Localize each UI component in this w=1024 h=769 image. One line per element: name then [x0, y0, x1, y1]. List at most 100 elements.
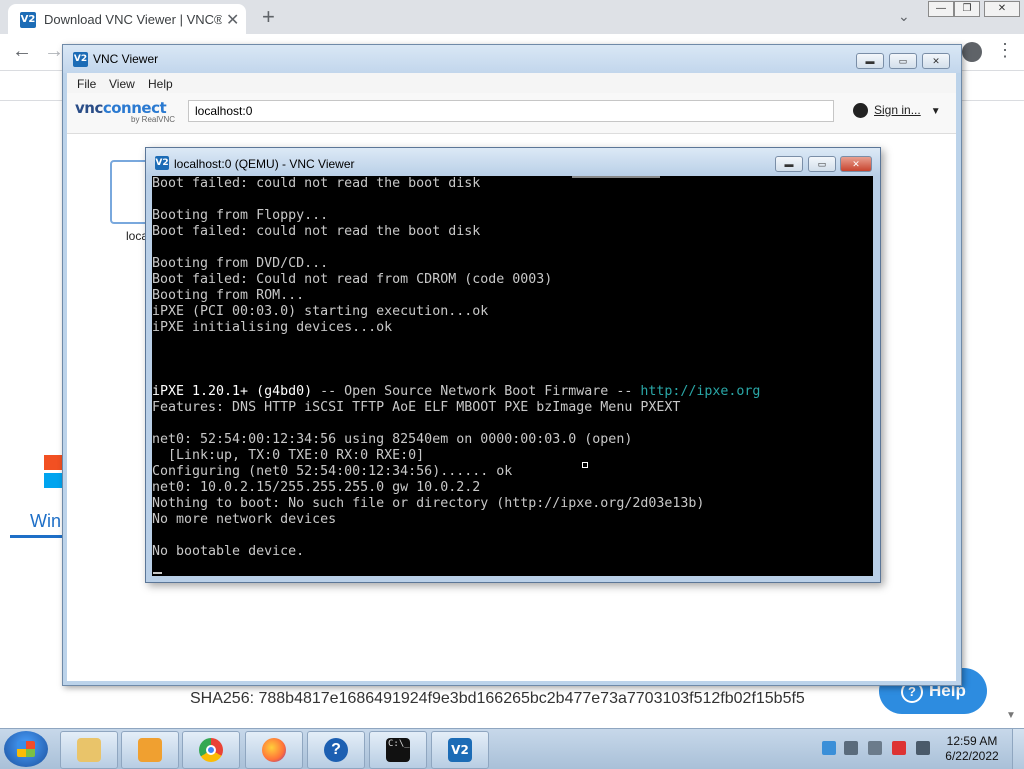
- action-center-icon[interactable]: [892, 741, 906, 755]
- taskbar-explorer[interactable]: [60, 731, 118, 769]
- maximize-button[interactable]: ▭: [889, 53, 917, 69]
- console-line: Boot failed: could not read the boot dis…: [152, 224, 481, 239]
- taskbar-media-player[interactable]: [121, 731, 179, 769]
- sign-in-button[interactable]: Sign in... ▼: [853, 103, 941, 119]
- taskbar: ? C:\_ V2 12:59 AM 6/22/2022: [0, 728, 1024, 769]
- window-title: localhost:0 (QEMU) - VNC Viewer: [174, 157, 355, 171]
- windows-tab-label[interactable]: Win: [30, 511, 61, 532]
- console-output: Boot failed: could not read the boot dis…: [152, 176, 760, 560]
- system-clock[interactable]: 12:59 AM 6/22/2022: [942, 734, 1002, 764]
- vnc-icon: V2: [448, 738, 472, 762]
- sign-in-label: Sign in...: [874, 103, 921, 117]
- console-line: Boot failed: could not read the boot dis…: [152, 176, 481, 191]
- windows-logo-icon: [44, 455, 62, 488]
- new-tab-button[interactable]: +: [262, 4, 275, 30]
- console-line: Configuring (net0 52:54:00:12:34:56)....…: [152, 464, 513, 479]
- taskbar-chrome[interactable]: [182, 731, 240, 769]
- tab-title: Download VNC Viewer | VNC® C: [44, 12, 222, 27]
- scroll-down-arrow-icon[interactable]: ▼: [1006, 710, 1016, 721]
- taskbar-command-prompt[interactable]: C:\_: [369, 731, 427, 769]
- menu-file[interactable]: File: [77, 77, 96, 91]
- vnc-toolbar: vncconnect by RealVNC Sign in... ▼: [67, 93, 956, 134]
- kebab-menu-icon[interactable]: ⋮: [996, 40, 1014, 61]
- chevron-down-icon: ▼: [930, 106, 941, 117]
- firefox-icon: [262, 738, 286, 762]
- console-line: [Link:up, TX:0 TXE:0 RX:0 RXE:0]: [152, 448, 425, 463]
- close-button[interactable]: ✕: [840, 156, 872, 172]
- clock-date: 6/22/2022: [945, 749, 999, 763]
- console-line: Booting from DVD/CD...: [152, 256, 329, 271]
- taskbar-help[interactable]: ?: [307, 731, 365, 769]
- close-button[interactable]: ✕: [922, 53, 950, 69]
- console-line: net0: 10.0.2.15/255.255.255.0 gw 10.0.2.…: [152, 480, 481, 495]
- ipxe-description: -- Open Source Network Boot Firmware --: [312, 384, 641, 399]
- menu-help[interactable]: Help: [148, 77, 173, 91]
- console-line: No more network devices: [152, 512, 337, 527]
- connection-tray-icon[interactable]: [868, 741, 882, 755]
- browser-window-controls: — ❐ ✕: [928, 0, 1024, 18]
- back-button[interactable]: ←: [12, 40, 32, 63]
- brand-byline: by RealVNC: [131, 115, 176, 124]
- volume-icon[interactable]: [916, 741, 930, 755]
- remote-cursor-icon: [582, 462, 588, 468]
- console-line: Booting from ROM...: [152, 288, 305, 303]
- vnc-viewer-titlebar[interactable]: V2 VNC Viewer ▬ ▭ ✕: [63, 45, 961, 73]
- ipxe-version: iPXE 1.20.1+ (g4bd0): [152, 384, 313, 399]
- console-line: Boot failed: Could not read from CDROM (…: [152, 272, 553, 287]
- vnc-app-icon: V2: [73, 52, 88, 67]
- maximize-button[interactable]: ▭: [808, 156, 836, 172]
- show-desktop-button[interactable]: [1012, 729, 1024, 769]
- help-icon: ?: [324, 738, 348, 762]
- minimize-button[interactable]: —: [928, 1, 954, 17]
- vnc-connect-logo: vncconnect by RealVNC: [75, 99, 175, 124]
- folder-icon: [77, 738, 101, 762]
- person-icon: [853, 103, 868, 119]
- remote-console-screen[interactable]: Boot failed: could not read the boot dis…: [152, 176, 873, 576]
- network-tray-icon[interactable]: [822, 741, 836, 755]
- media-player-icon: [138, 738, 162, 762]
- browser-tab[interactable]: V2 Download VNC Viewer | VNC® C ✕: [8, 4, 246, 34]
- profile-icon[interactable]: [962, 42, 982, 62]
- taskbar-firefox[interactable]: [245, 731, 303, 769]
- minimize-button[interactable]: ▬: [775, 156, 803, 172]
- text-cursor: [153, 572, 162, 574]
- minimize-button[interactable]: ▬: [856, 53, 884, 69]
- start-button[interactable]: [4, 731, 48, 767]
- chrome-icon: [199, 738, 223, 762]
- taskbar-vnc-viewer[interactable]: V2: [431, 731, 489, 769]
- close-button[interactable]: ✕: [984, 1, 1020, 17]
- vnc-app-icon: V2: [155, 156, 169, 170]
- console-line: net0: 52:54:00:12:34:56 using 82540em on…: [152, 432, 633, 447]
- active-tab-underline: [10, 535, 68, 538]
- sha256-checksum: SHA256: 788b4817e1686491924f9e3bd166265b…: [190, 690, 805, 707]
- windows-flag-icon: [17, 741, 35, 757]
- terminal-icon: C:\_: [386, 738, 410, 762]
- clock-time: 12:59 AM: [946, 734, 998, 748]
- window-title: VNC Viewer: [93, 52, 159, 66]
- console-line: iPXE (PCI 00:03.0) starting execution...…: [152, 304, 489, 319]
- device-tray-icon[interactable]: [844, 741, 858, 755]
- restore-button[interactable]: ❐: [954, 1, 980, 17]
- qemu-titlebar[interactable]: V2 localhost:0 (QEMU) - VNC Viewer ▬ ▭ ✕: [146, 148, 880, 176]
- ipxe-url: http://ipxe.org: [640, 384, 761, 399]
- menu-view[interactable]: View: [109, 77, 135, 91]
- menu-bar: File View Help: [67, 73, 956, 93]
- console-line: iPXE 1.20.1+ (g4bd0) -- Open Source Netw…: [152, 384, 760, 400]
- console-line: Nothing to boot: No such file or directo…: [152, 496, 705, 511]
- address-input[interactable]: [188, 100, 834, 122]
- brand-vnc: vnc: [75, 99, 103, 117]
- console-line: Features: DNS HTTP iSCSI TFTP AoE ELF MB…: [152, 400, 681, 415]
- console-line: No bootable device.: [152, 544, 305, 559]
- tab-close-icon[interactable]: ✕: [226, 10, 239, 30]
- console-line: iPXE initialising devices...ok: [152, 320, 393, 335]
- forward-button[interactable]: →: [44, 40, 64, 63]
- qemu-session-window: V2 localhost:0 (QEMU) - VNC Viewer ▬ ▭ ✕…: [145, 147, 881, 583]
- tab-search-icon[interactable]: ⌄: [898, 8, 910, 25]
